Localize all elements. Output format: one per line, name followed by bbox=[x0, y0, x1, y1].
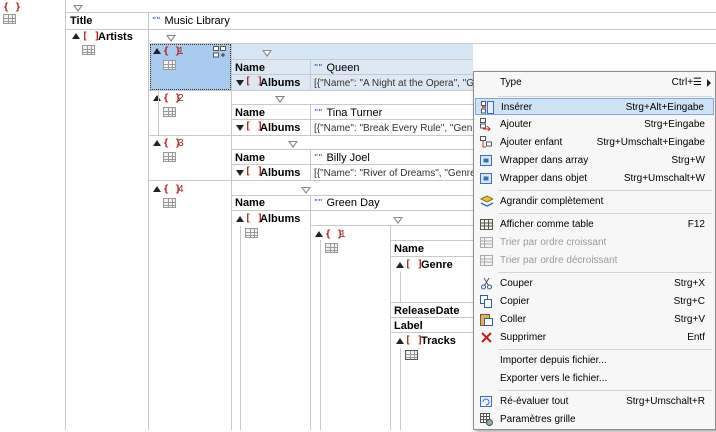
paste-icon bbox=[480, 313, 493, 326]
expand-albums-3[interactable] bbox=[236, 170, 244, 176]
insert-icon bbox=[481, 101, 494, 114]
menu-item-ajouter-enfant[interactable]: Ajouter enfant Strg+Umschalt+Eingabe bbox=[475, 134, 714, 151]
expand-albums-1[interactable] bbox=[236, 80, 244, 86]
menu-item-afficher-table[interactable]: Afficher comme table F12 bbox=[475, 216, 714, 233]
albums-4-table-icon[interactable] bbox=[245, 228, 258, 238]
json-grid: { } Title "" Music Library [ ] Artists { … bbox=[0, 0, 716, 430]
artist-3-albums-key: Albums bbox=[260, 167, 301, 179]
collapse-artists-toggle[interactable] bbox=[72, 33, 80, 39]
artist-2-albums-value[interactable]: [{"Name": "Break Every Rule", "Genre": [… bbox=[314, 123, 473, 134]
genre-key: Genre bbox=[421, 259, 453, 271]
artist-4-table-icon[interactable] bbox=[163, 198, 176, 208]
tracks-table-icon[interactable] bbox=[405, 350, 418, 360]
menu-item-importer[interactable]: Importer depuis fichier... bbox=[475, 352, 714, 369]
menu-item-wrapper-array[interactable]: Wrapper dans array Strg+W bbox=[475, 152, 714, 169]
menu-item-wrapper-objet[interactable]: Wrapper dans objet Strg+Umschalt+W bbox=[475, 170, 714, 187]
collapse-artist-3[interactable] bbox=[153, 140, 161, 146]
artist-2-index: 2 bbox=[178, 93, 184, 104]
artist-4-name-value[interactable]: "" Green Day bbox=[314, 197, 473, 209]
artist-1-name-key: Name bbox=[235, 62, 265, 74]
sort-asc-icon bbox=[480, 236, 493, 249]
menu-item-inserer[interactable]: Insérer Strg+Alt+Eingabe bbox=[475, 98, 714, 115]
title-value[interactable]: "" Music Library bbox=[152, 15, 712, 27]
cut-icon bbox=[480, 277, 493, 290]
artist-3-name-value[interactable]: "" Billy Joel bbox=[314, 152, 473, 164]
artist-1-albums-key: Albums bbox=[260, 77, 301, 89]
collapse-artist-4[interactable] bbox=[153, 186, 161, 192]
menu-item-trier-decroissant[interactable]: Trier par ordre décroissant bbox=[475, 252, 714, 269]
collapse-artist-2[interactable] bbox=[153, 95, 161, 101]
menu-item-copier[interactable]: Copier Strg+C bbox=[475, 293, 714, 310]
artists-table-icon[interactable] bbox=[82, 45, 95, 55]
table-icon bbox=[480, 218, 493, 231]
menu-item-agrandir[interactable]: Agrandir complètement bbox=[475, 193, 714, 210]
artist-4-index: 4 bbox=[178, 184, 184, 195]
artist-3-index: 3 bbox=[178, 138, 184, 149]
expand-icon bbox=[479, 195, 495, 208]
release-date-key: ReleaseDate bbox=[394, 305, 460, 317]
label-key: Label bbox=[394, 320, 423, 332]
append-icon bbox=[480, 118, 493, 133]
wrap-array-icon bbox=[480, 154, 493, 167]
tracks-key: Tracks bbox=[421, 335, 456, 347]
menu-item-exporter[interactable]: Exporter vers le fichier... bbox=[475, 370, 714, 387]
collapse-albums-4[interactable] bbox=[236, 216, 244, 222]
context-menu: Type Ctrl+☰ Insérer Strg+Alt+Eingabe Ajo… bbox=[473, 71, 716, 430]
menu-item-coller[interactable]: Coller Strg+V bbox=[475, 311, 714, 328]
expand-albums-2[interactable] bbox=[236, 125, 244, 131]
menu-item-couper[interactable]: Couper Strg+X bbox=[475, 275, 714, 292]
album-1-table-icon[interactable] bbox=[325, 243, 338, 253]
title-key: Title bbox=[70, 15, 93, 27]
collapse-album-1[interactable] bbox=[315, 231, 323, 237]
wrap-object-icon bbox=[480, 172, 493, 185]
root-table-icon[interactable] bbox=[3, 14, 16, 24]
menu-item-type[interactable]: Type Ctrl+☰ bbox=[475, 74, 714, 91]
artists-filter-icon[interactable] bbox=[166, 35, 177, 42]
artist-1-name-value[interactable]: "" Queen bbox=[314, 62, 473, 74]
artist-2-albums-key: Albums bbox=[260, 122, 301, 134]
artists-key: Artists bbox=[98, 31, 133, 43]
artist-4-albums-key: Albums bbox=[260, 213, 301, 225]
root-object-icon: { } bbox=[3, 2, 22, 13]
artist-3-albums-value[interactable]: [{"Name": "River of Dreams", "Genre": "R… bbox=[314, 168, 473, 179]
artist-1-albums-value[interactable]: [{"Name": "A Night at the Opera", "Genre… bbox=[314, 78, 473, 89]
artist-4-name-key: Name bbox=[235, 197, 265, 209]
filter-icon[interactable] bbox=[73, 5, 83, 12]
artist-1-table-icon[interactable] bbox=[163, 60, 176, 70]
sort-desc-icon bbox=[480, 254, 493, 267]
copy-icon bbox=[480, 295, 493, 308]
collapse-artist-1[interactable] bbox=[153, 48, 161, 54]
row-options-icon[interactable] bbox=[213, 46, 226, 58]
album-1-index: 1 bbox=[340, 229, 346, 240]
artist-1-index: 1 bbox=[178, 46, 184, 57]
collapse-tracks[interactable] bbox=[396, 338, 404, 344]
grid-settings-icon bbox=[480, 413, 493, 426]
menu-item-parametres-grille[interactable]: Paramètres grille bbox=[475, 411, 714, 428]
menu-item-trier-croissant[interactable]: Trier par ordre croissant bbox=[475, 234, 714, 251]
artist-2-name-value[interactable]: "" Tina Turner bbox=[314, 107, 473, 119]
reevaluate-icon bbox=[480, 395, 493, 408]
collapse-genre[interactable] bbox=[396, 262, 404, 268]
menu-item-ajouter[interactable]: Ajouter Strg+Eingabe bbox=[475, 116, 714, 133]
artist-3-name-key: Name bbox=[235, 152, 265, 164]
add-child-icon bbox=[480, 136, 493, 149]
artist-2-name-key: Name bbox=[235, 107, 265, 119]
artist-3-table-icon[interactable] bbox=[163, 152, 176, 162]
menu-item-supprimer[interactable]: Supprimer Entf bbox=[475, 329, 714, 346]
artist-2-table-icon[interactable] bbox=[163, 107, 176, 117]
submenu-arrow-icon bbox=[707, 79, 711, 87]
menu-item-reevaluer[interactable]: Ré-évaluer tout Strg+Umschalt+R bbox=[475, 393, 714, 410]
delete-icon bbox=[480, 331, 493, 344]
album-name-key: Name bbox=[394, 243, 424, 255]
